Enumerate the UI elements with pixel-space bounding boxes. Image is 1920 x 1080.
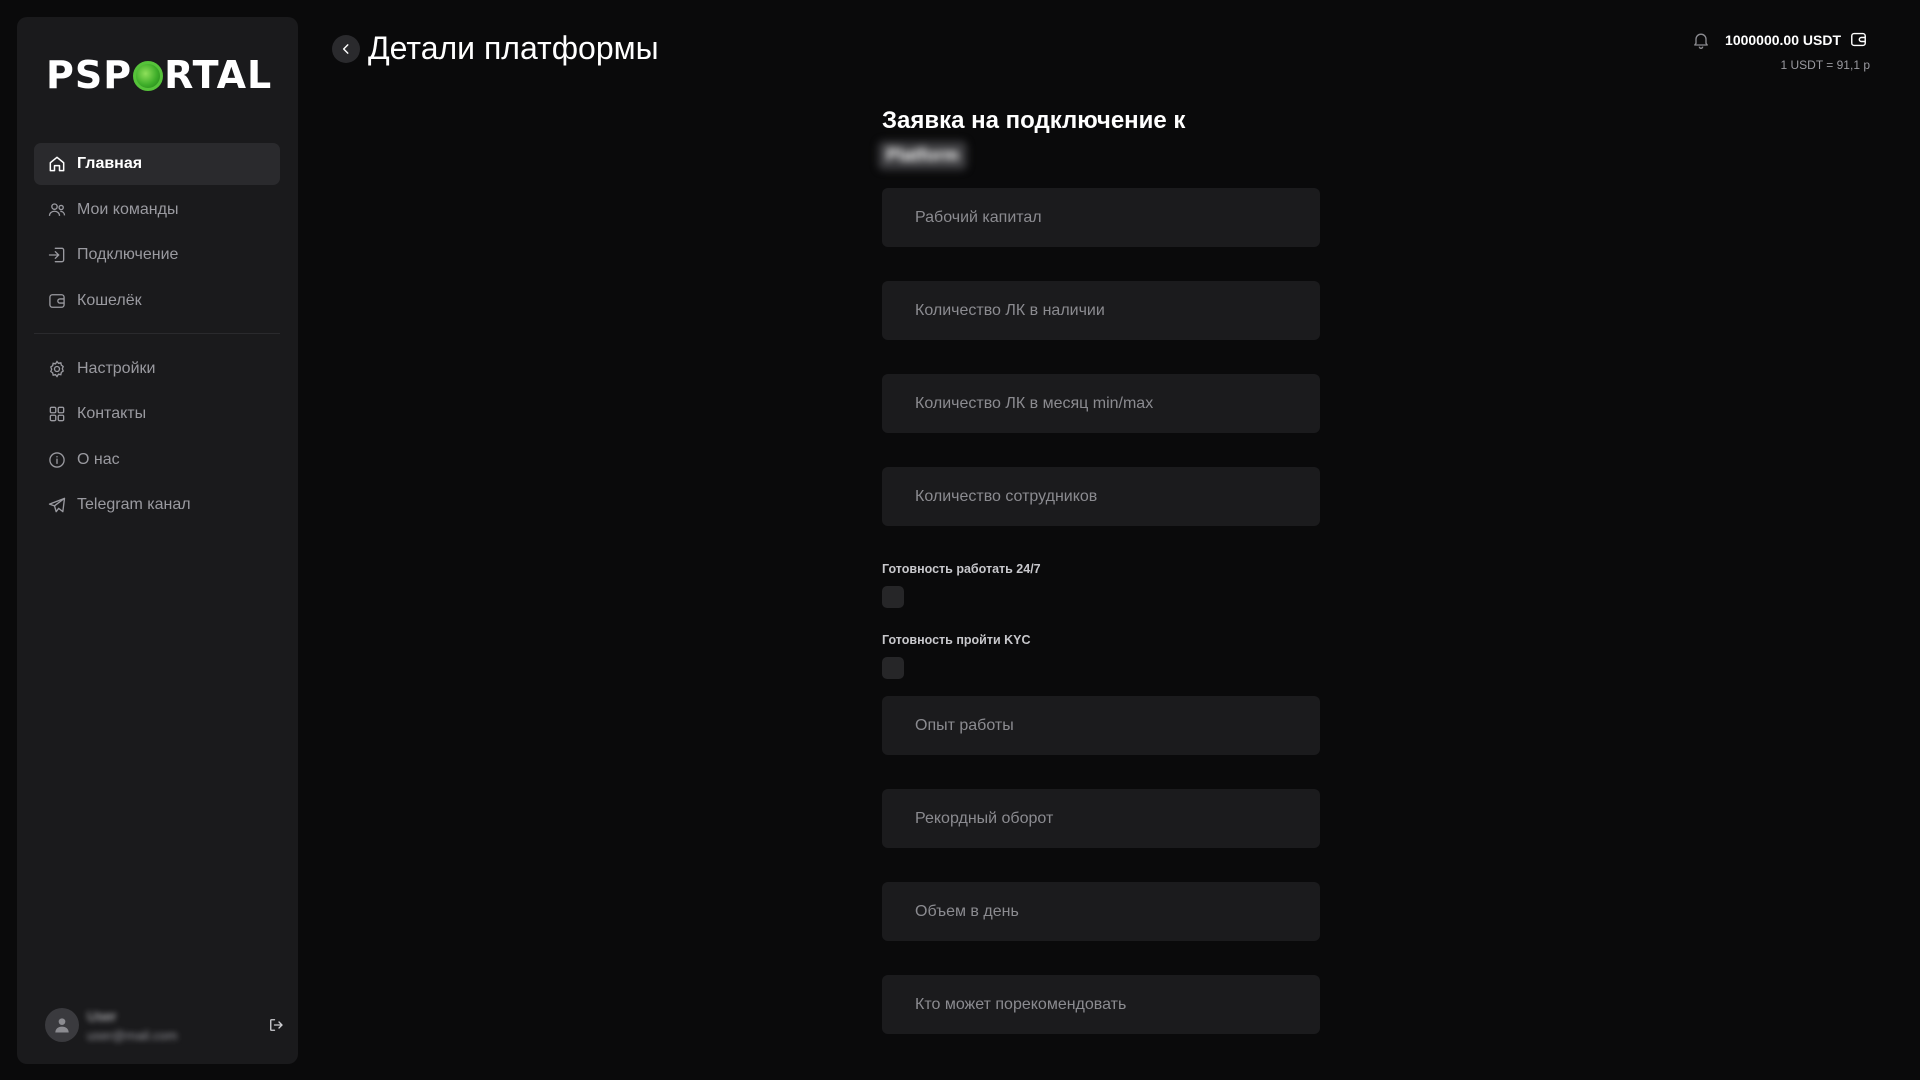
ready-247-label: Готовность работать 24/7 <box>882 562 1041 576</box>
sidebar-item-contacts[interactable]: Контакты <box>34 393 280 435</box>
telegram-icon <box>48 497 66 513</box>
sidebar-item-settings[interactable]: Настройки <box>34 348 280 390</box>
sidebar-nav: Главная Мои команды Подключение Кошелёк … <box>34 143 280 530</box>
login-icon <box>48 247 65 263</box>
home-icon <box>49 156 65 172</box>
user-email: user@mail.com <box>87 1027 178 1043</box>
sidebar-item-label: О нас <box>77 450 120 468</box>
ready-kyc-checkbox[interactable] <box>882 657 904 679</box>
logo-text-pre: PSP <box>46 53 133 97</box>
avatar <box>45 1008 79 1042</box>
ready-247-checkbox[interactable] <box>882 586 904 608</box>
balance-display[interactable]: 1000000.00 USDT <box>1725 30 1868 49</box>
user-name: User <box>87 1007 117 1024</box>
ready-kyc-label: Готовность пройти KYC <box>882 633 1031 647</box>
employees-input[interactable]: Количество сотрудников <box>882 467 1320 526</box>
sidebar-item-wallet[interactable]: Кошелёк <box>34 280 280 322</box>
sidebar-item-label: Контакты <box>77 405 147 422</box>
form-title: Заявка на подключение к <box>882 107 1186 134</box>
ready-kyc-group: Готовность пройти KYC <box>882 633 1320 679</box>
experience-input[interactable]: Опыт работы <box>882 696 1320 755</box>
sidebar-divider <box>34 332 280 334</box>
sidebar-item-label: Подключение <box>77 246 179 263</box>
gear-icon <box>50 359 64 378</box>
chevron-left-icon <box>342 44 349 54</box>
daily-volume-input[interactable]: Объем в день <box>882 882 1320 941</box>
connection-request-form: Заявка на подключение к Platform Рабочий… <box>878 105 1320 1034</box>
balance-value: 1000000.00 USDT <box>1725 31 1841 48</box>
sidebar-item-connection[interactable]: Подключение <box>34 234 280 276</box>
recommender-input[interactable]: Кто может порекомендовать <box>882 975 1320 1034</box>
lk-per-month-input[interactable]: Количество ЛК в месяц min/max <box>882 374 1320 433</box>
working-capital-input[interactable]: Рабочий капитал <box>882 188 1320 247</box>
ready-247-group: Готовность работать 24/7 <box>882 562 1320 608</box>
user-info: User user@mail.com <box>87 1008 178 1043</box>
sidebar-item-teams[interactable]: Мои команды <box>34 189 280 231</box>
exchange-rate: 1 USDT = 91,1 р <box>1780 58 1871 72</box>
sidebar-item-home[interactable]: Главная <box>34 143 280 185</box>
logo-globe-icon <box>133 61 164 91</box>
sidebar-item-label: Мои команды <box>77 200 179 218</box>
user-icon <box>55 1018 69 1033</box>
users-icon <box>48 202 66 216</box>
page-title: Детали платформы <box>368 30 659 66</box>
sidebar-item-label: Кошелёк <box>77 291 142 309</box>
wallet-icon <box>49 293 65 308</box>
sidebar: PSP RTAL Главная Мои команды Подключение … <box>17 17 298 1064</box>
sidebar-item-about[interactable]: О нас <box>34 439 280 481</box>
sidebar-item-label: Главная <box>77 155 143 172</box>
wallet-icon <box>1851 32 1866 47</box>
info-icon <box>49 451 65 468</box>
logo-text-post: RTAL <box>164 53 273 97</box>
logout-icon[interactable] <box>267 1016 285 1034</box>
form-title-platform-hidden: Platform <box>878 141 968 170</box>
back-button[interactable] <box>332 35 360 63</box>
user-profile[interactable]: User user@mail.com <box>45 997 285 1053</box>
lk-available-input[interactable]: Количество ЛК в наличии <box>882 281 1320 340</box>
record-turnover-input[interactable]: Рекордный оборот <box>882 789 1320 848</box>
sidebar-item-label: Настройки <box>77 359 156 377</box>
logo[interactable]: PSP RTAL <box>46 53 272 97</box>
bell-icon[interactable] <box>1691 30 1711 50</box>
sidebar-item-label: Telegram канал <box>77 496 191 513</box>
grid-icon <box>49 406 65 422</box>
sidebar-item-telegram[interactable]: Telegram канал <box>34 484 280 526</box>
